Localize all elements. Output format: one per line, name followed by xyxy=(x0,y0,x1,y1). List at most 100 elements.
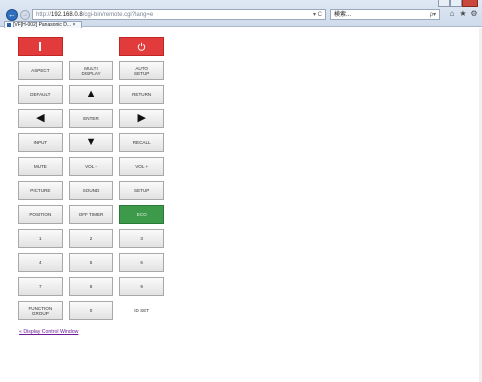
left-arrow-button[interactable]: ◀ xyxy=(18,109,63,128)
power-on-button[interactable] xyxy=(119,37,164,56)
button-label: 6 xyxy=(140,260,143,265)
browser-toolbar: ← → http://192.168.0.8/cgi-bin/remote.cg… xyxy=(0,0,482,28)
gear-icon[interactable]: ⚙ xyxy=(470,9,478,18)
button-label: VOL - xyxy=(85,164,97,169)
button-row: 1 2 3 xyxy=(18,229,165,248)
close-window-button[interactable] xyxy=(462,0,478,7)
power-off-button[interactable] xyxy=(18,37,63,56)
button-label: 4 xyxy=(39,260,42,265)
url-host: 192.168.0.8 xyxy=(51,12,83,18)
favorites-icon[interactable]: ★ xyxy=(459,9,467,18)
button-label: RECALL xyxy=(132,140,151,145)
arrow-glyph: ▲ xyxy=(85,88,97,100)
recall-button[interactable]: RECALL xyxy=(119,133,165,152)
button-label: ENTER xyxy=(83,116,99,121)
button-row: FUNCTION GROUP 0 ID SET xyxy=(18,301,164,320)
digit-1-button[interactable]: 1 xyxy=(18,229,63,248)
auto-setup-button[interactable]: AUTO SETUP xyxy=(119,61,165,80)
button-label: ECO xyxy=(136,212,147,217)
digit-5-button[interactable]: 5 xyxy=(68,253,114,272)
button-label: SOUND xyxy=(82,188,100,193)
button-row: DEFAULT ▲ RETURN xyxy=(18,85,165,104)
arrow-glyph: ▶ xyxy=(137,112,146,124)
standby-icon xyxy=(39,42,42,51)
button-label: RETURN xyxy=(132,92,152,97)
display-control-window-link[interactable]: « Display Control Window xyxy=(19,329,78,335)
mute-button[interactable]: MUTE xyxy=(18,157,63,176)
button-row: INPUT ▼ RECALL xyxy=(18,133,165,152)
url-path: /cgi-bin/remote.cgi?lang=e xyxy=(82,12,154,18)
toolbar-icons: ⌂ ★ ⚙ xyxy=(448,9,478,18)
address-bar[interactable]: http://192.168.0.8/cgi-bin/remote.cgi?la… xyxy=(32,9,326,20)
favicon-icon xyxy=(7,23,11,27)
button-label: FUNCTION GROUP xyxy=(28,305,53,316)
forward-button[interactable]: → xyxy=(20,10,30,20)
button-row: MUTE VOL - VOL + xyxy=(18,157,165,176)
refresh-icon[interactable]: ▾ C xyxy=(313,10,322,20)
button-row: ◀ ENTER ▶ xyxy=(18,109,165,128)
vol-down-button[interactable]: VOL - xyxy=(68,157,114,176)
off-timer-button[interactable]: OFF TIMER xyxy=(68,205,114,224)
button-label: INPUT xyxy=(33,140,48,145)
button-label: MUTE xyxy=(33,164,47,169)
digit-6-button[interactable]: 6 xyxy=(119,253,165,272)
digit-9-button[interactable]: 9 xyxy=(119,277,165,296)
setup-button[interactable]: SETUP xyxy=(119,181,165,200)
button-label: AUTO SETUP xyxy=(134,65,150,76)
window-caption-buttons xyxy=(438,0,478,7)
picture-button[interactable]: PICTURE xyxy=(18,181,63,200)
minimize-button[interactable] xyxy=(438,0,450,7)
button-label: MULTI DISPLAY xyxy=(81,65,101,76)
home-icon[interactable]: ⌂ xyxy=(448,9,456,18)
enter-button[interactable]: ENTER xyxy=(68,109,114,128)
button-row xyxy=(18,37,164,56)
button-label: 2 xyxy=(89,236,93,241)
button-label: 7 xyxy=(39,284,42,289)
search-icon[interactable]: ρ▾ xyxy=(430,10,436,20)
button-label: 9 xyxy=(140,284,143,289)
digit-4-button[interactable]: 4 xyxy=(18,253,63,272)
button-label: POSITION xyxy=(29,212,52,217)
arrow-glyph: ▼ xyxy=(85,136,97,148)
eco-button[interactable]: ECO xyxy=(119,205,165,224)
right-arrow-button[interactable]: ▶ xyxy=(119,109,165,128)
input-button[interactable]: INPUT xyxy=(18,133,63,152)
button-row: 7 8 9 xyxy=(18,277,165,296)
down-arrow-button[interactable]: ▼ xyxy=(68,133,114,152)
button-label: 3 xyxy=(140,236,143,241)
digit-3-button[interactable]: 3 xyxy=(119,229,165,248)
back-button[interactable]: ← xyxy=(6,9,18,21)
button-label: SETUP xyxy=(134,188,150,193)
digit-8-button[interactable]: 8 xyxy=(68,277,114,296)
button-row: 4 5 6 xyxy=(18,253,165,272)
default-button[interactable]: DEFAULT xyxy=(18,85,63,104)
return-button[interactable]: RETURN xyxy=(119,85,165,104)
remote-control-panel: ASPECT MULTI DISPLAY AUTO SETUP DEFAULT ▲ RET… xyxy=(18,37,165,325)
button-label: 1 xyxy=(39,236,42,241)
button-label: ASPECT xyxy=(31,68,50,73)
button-row: PICTURE SOUND SETUP xyxy=(18,181,165,200)
maximize-button[interactable] xyxy=(450,0,462,7)
button-label: 0 xyxy=(89,308,93,313)
sound-button[interactable]: SOUND xyxy=(68,181,114,200)
vol-up-button[interactable]: VOL + xyxy=(119,157,165,176)
url-prefix: http:// xyxy=(36,12,52,18)
id-set-label: ID SET xyxy=(134,308,150,313)
position-button[interactable]: POSITION xyxy=(18,205,63,224)
button-label: PICTURE xyxy=(30,188,51,193)
multi-display-button[interactable]: MULTI DISPLAY xyxy=(68,61,114,80)
search-placeholder: 検索... xyxy=(334,12,352,18)
arrow-glyph: ◀ xyxy=(36,112,45,124)
aspect-button[interactable]: ASPECT xyxy=(18,61,63,80)
button-label: 5 xyxy=(89,260,93,265)
digit-0-button[interactable]: 0 xyxy=(68,301,114,320)
up-arrow-button[interactable]: ▲ xyxy=(68,85,114,104)
button-label: VOL + xyxy=(135,164,149,169)
search-input[interactable]: 検索... ρ▾ xyxy=(330,9,440,20)
digit-2-button[interactable]: 2 xyxy=(68,229,114,248)
button-label: DEFAULT xyxy=(30,92,51,97)
function-group-button[interactable]: FUNCTION GROUP xyxy=(18,301,63,320)
button-label: 8 xyxy=(89,284,93,289)
digit-7-button[interactable]: 7 xyxy=(18,277,63,296)
browser-tab[interactable]: [VF[H-002] Panasonic D... × xyxy=(4,21,82,28)
